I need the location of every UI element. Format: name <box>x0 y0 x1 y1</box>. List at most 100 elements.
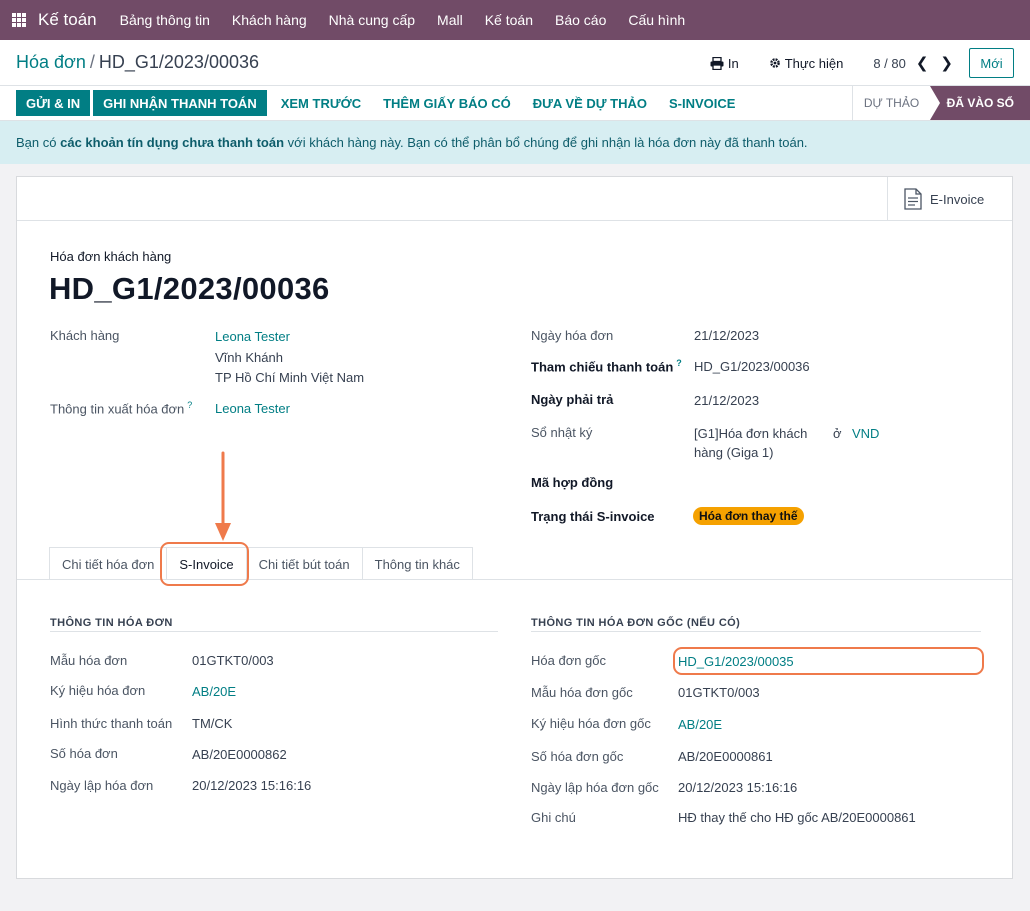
control-panel: Hóa đơn / HD_G1/2023/00036 In Thực hiện 8 … <box>0 40 1030 86</box>
printer-icon <box>710 56 724 70</box>
section-divider <box>531 631 981 632</box>
menu-customers[interactable]: Khách hàng <box>232 12 307 28</box>
chevron-left-icon[interactable]: ❮ <box>916 54 929 72</box>
original-invoice-highlight-box <box>673 647 984 675</box>
status-bar: GỬI & IN GHI NHẬN THANH TOÁN XEM TRƯỚC T… <box>0 86 1030 121</box>
tab-highlight-box <box>160 542 249 586</box>
invoice-template-label: Mẫu hóa đơn <box>50 653 128 668</box>
currency-link[interactable]: VND <box>852 426 879 441</box>
print-button[interactable]: In <box>710 56 739 71</box>
form-sheet: E-Invoice Hóa đơn khách hàng HD_G1/2023/… <box>16 176 1013 879</box>
alert-suffix: với khách hàng này. Bạn có thể phân bổ c… <box>287 135 808 150</box>
billing-info-label: Thông tin xuất hóa đơn? <box>50 400 193 417</box>
invoice-series-link[interactable]: AB/20E <box>192 684 236 699</box>
invoice-number-title: HD_G1/2023/00036 <box>49 271 330 306</box>
original-invoice-section-title: THÔNG TIN HÓA ĐƠN GỐC (NẾU CÓ) <box>531 617 741 629</box>
s-invoice-button[interactable]: S-INVOICE <box>669 96 735 111</box>
customer-label: Khách hàng <box>50 328 120 343</box>
menu-mall[interactable]: Mall <box>437 12 463 28</box>
menu-configuration[interactable]: Cấu hình <box>628 12 685 28</box>
journal-label: Sổ nhật ký <box>531 425 593 440</box>
e-invoice-button[interactable]: E-Invoice <box>887 177 1012 221</box>
journal-field-line2[interactable]: hàng (Giga 1) <box>694 445 774 460</box>
outstanding-credits-alert: Bạn có các khoản tín dụng chưa thanh toá… <box>0 121 1030 164</box>
apps-grid-icon[interactable] <box>12 13 26 27</box>
original-no-field[interactable]: AB/20E0000861 <box>678 749 773 764</box>
payment-ref-field[interactable]: HD_G1/2023/00036 <box>694 359 810 374</box>
original-no-label: Số hóa đơn gốc <box>531 749 624 764</box>
journal-field-line1[interactable]: [G1]Hóa đơn khách <box>694 426 807 441</box>
breadcrumb-current: HD_G1/2023/00036 <box>98 52 259 72</box>
invoice-info-section-title: THÔNG TIN HÓA ĐƠN <box>50 617 173 629</box>
note-label: Ghi chú <box>531 810 576 825</box>
gear-icon <box>769 58 780 68</box>
alert-prefix: Bạn có <box>16 135 57 150</box>
breadcrumb-separator: / <box>89 52 95 72</box>
invoice-no-label: Số hóa đơn <box>50 746 118 761</box>
pager-value[interactable]: 8 / 80 <box>873 56 906 71</box>
chevron-right-icon[interactable]: ❯ <box>940 54 953 72</box>
action-button[interactable]: Thực hiện <box>769 55 844 71</box>
add-credit-note-button[interactable]: THÊM GIẤY BÁO CÓ <box>383 96 511 111</box>
payment-ref-label: Tham chiếu thanh toán? <box>531 358 682 375</box>
billing-info-link[interactable]: Leona Tester <box>215 401 290 416</box>
help-icon[interactable]: ? <box>187 400 192 410</box>
tab-other-info[interactable]: Thông tin khác <box>361 547 473 580</box>
due-date-label: Ngày phải trả <box>531 392 614 407</box>
section-divider <box>50 631 498 632</box>
menu-vendors[interactable]: Nhà cung cấp <box>329 12 415 28</box>
menu-accounting[interactable]: Kế toán <box>485 12 533 28</box>
send-print-button[interactable]: GỬI & IN <box>16 90 91 116</box>
print-label: In <box>727 55 739 71</box>
alert-outstanding-link[interactable]: các khoản tín dụng chưa thanh toán <box>60 135 284 150</box>
notebook-tabs: Chi tiết hóa đơn S-Invoice Chi tiết bút … <box>49 547 473 580</box>
original-template-label: Mẫu hóa đơn gốc <box>531 685 633 700</box>
s-invoice-state-label: Trạng thái S-invoice <box>531 509 655 524</box>
menu-reports[interactable]: Báo cáo <box>555 12 606 28</box>
original-series-label: Ký hiệu hóa đơn gốc <box>531 716 651 731</box>
original-issue-date-label: Ngày lập hóa đơn gốc <box>531 780 659 795</box>
journal-currency-separator: ở <box>833 426 842 441</box>
payment-method-label: Hình thức thanh toán <box>50 716 173 731</box>
annotation-arrow-icon <box>215 451 231 541</box>
help-icon[interactable]: ? <box>676 358 682 368</box>
button-box: E-Invoice <box>17 177 1012 221</box>
customer-link[interactable]: Leona Tester <box>215 329 290 344</box>
original-issue-date-field[interactable]: 20/12/2023 15:16:16 <box>678 780 797 795</box>
original-invoice-label: Hóa đơn gốc <box>531 653 607 668</box>
customer-address-line2: TP Hồ Chí Minh Việt Nam <box>215 370 365 385</box>
payment-method-field[interactable]: TM/CK <box>192 716 232 731</box>
original-template-field[interactable]: 01GTKT0/003 <box>678 685 760 700</box>
invoice-no-field[interactable]: AB/20E0000862 <box>192 747 287 762</box>
tab-invoice-lines[interactable]: Chi tiết hóa đơn <box>49 547 168 580</box>
menu-dashboard[interactable]: Bảng thông tin <box>120 12 210 28</box>
invoice-type: Hóa đơn khách hàng <box>50 249 172 264</box>
action-label: Thực hiện <box>784 55 844 71</box>
tab-journal-items[interactable]: Chi tiết bút toán <box>245 547 363 580</box>
issue-date-label: Ngày lập hóa đơn <box>50 778 154 793</box>
invoice-date-label: Ngày hóa đơn <box>531 328 614 343</box>
invoice-template-field[interactable]: 01GTKT0/003 <box>192 653 274 668</box>
s-invoice-state-badge: Hóa đơn thay thế <box>693 507 804 525</box>
status-stages: DỰ THẢO ĐÃ VÀO SỔ <box>852 86 1030 120</box>
customer-address-line1: Vĩnh Khánh <box>215 350 283 365</box>
original-series-link[interactable]: AB/20E <box>678 717 722 732</box>
reset-to-draft-button[interactable]: ĐƯA VỀ DỰ THẢO <box>533 96 647 111</box>
preview-button[interactable]: XEM TRƯỚC <box>281 96 361 111</box>
e-invoice-label: E-Invoice <box>930 191 985 207</box>
invoice-series-label: Ký hiệu hóa đơn <box>50 683 146 698</box>
issue-date-field[interactable]: 20/12/2023 15:16:16 <box>192 778 311 793</box>
new-button[interactable]: Mới <box>969 48 1014 78</box>
breadcrumb: Hóa đơn / HD_G1/2023/00036 <box>16 52 259 73</box>
document-icon <box>904 188 922 210</box>
note-field[interactable]: HĐ thay thế cho HĐ gốc AB/20E0000861 <box>678 810 916 825</box>
top-navbar: Kế toán Bảng thông tin Khách hàng Nhà cu… <box>0 0 1030 40</box>
register-payment-button[interactable]: GHI NHẬN THANH TOÁN <box>93 90 267 116</box>
stage-posted[interactable]: ĐÃ VÀO SỔ <box>930 86 1030 120</box>
breadcrumb-root[interactable]: Hóa đơn <box>16 52 86 72</box>
invoice-date-field[interactable]: 21/12/2023 <box>694 328 759 343</box>
stage-draft[interactable]: DỰ THẢO <box>852 86 930 120</box>
contract-label: Mã hợp đồng <box>531 475 614 490</box>
app-name[interactable]: Kế toán <box>38 10 97 30</box>
due-date-field[interactable]: 21/12/2023 <box>694 393 759 408</box>
